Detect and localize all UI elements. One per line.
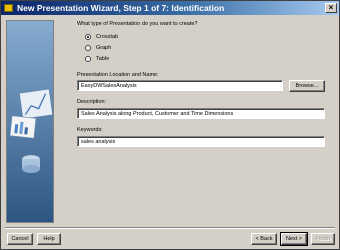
radio-graph-dot[interactable] bbox=[85, 45, 91, 51]
close-button[interactable]: × bbox=[325, 3, 337, 13]
radio-graph[interactable]: Graph bbox=[85, 45, 111, 51]
location-label: Presentation Location and Name: bbox=[77, 72, 159, 78]
description-label: Description: bbox=[77, 99, 107, 105]
description-input[interactable]: Sales Analysis along Product, Customer a… bbox=[77, 108, 325, 119]
presentation-type-question: What type of Presentation do you want to… bbox=[77, 21, 198, 27]
wizard-icon bbox=[4, 4, 13, 12]
footer-separator bbox=[5, 227, 335, 229]
chart-illustration-icon bbox=[7, 21, 53, 222]
radio-crosstab-dot[interactable] bbox=[85, 34, 91, 40]
title-bar: New Presentation Wizard, Step 1 of 7: Id… bbox=[1, 1, 339, 15]
cancel-button[interactable]: Cancel bbox=[7, 233, 33, 245]
browse-button[interactable]: Browse... bbox=[289, 80, 325, 92]
back-button[interactable]: < Back bbox=[251, 233, 277, 245]
keywords-label: Keywords: bbox=[77, 127, 103, 133]
radio-crosstab-label: Crosstab bbox=[96, 34, 119, 40]
radio-graph-label: Graph bbox=[96, 45, 112, 51]
finish-button[interactable]: Finish bbox=[311, 233, 335, 245]
wizard-illustration bbox=[6, 20, 54, 223]
window-title: New Presentation Wizard, Step 1 of 7: Id… bbox=[17, 3, 225, 13]
next-button[interactable]: Next > bbox=[280, 232, 308, 246]
keywords-input[interactable]: sales analysis bbox=[77, 136, 325, 147]
help-button[interactable]: Help bbox=[37, 233, 61, 245]
radio-table-label: Table bbox=[96, 56, 110, 62]
radio-table[interactable]: Table bbox=[85, 56, 109, 62]
radio-crosstab[interactable]: Crosstab bbox=[85, 34, 118, 40]
radio-table-dot[interactable] bbox=[85, 56, 91, 62]
location-input[interactable]: EasyDWSalesAnalysis bbox=[77, 80, 283, 91]
wizard-window: New Presentation Wizard, Step 1 of 7: Id… bbox=[0, 0, 340, 250]
